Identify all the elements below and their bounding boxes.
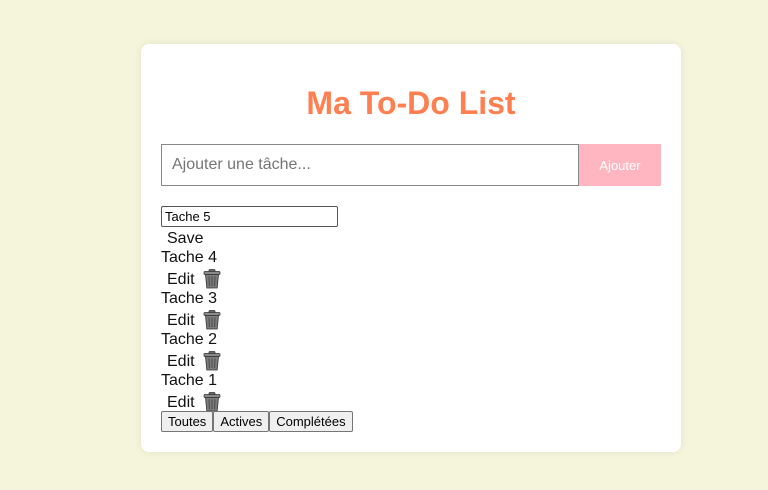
delete-button[interactable] [201,269,221,289]
trash-icon [203,392,220,412]
trash-icon [203,351,220,371]
edit-task-input[interactable] [161,206,338,227]
delete-button[interactable] [201,392,221,412]
edit-button[interactable]: Edit [161,351,201,371]
todo-item: Tache 1 Edit [161,371,338,412]
delete-button[interactable] [201,310,221,330]
edit-button[interactable]: Edit [161,269,201,289]
edit-button[interactable]: Edit [161,392,201,412]
todo-item-label: Tache 1 [161,372,218,389]
todo-item-label: Tache 2 [161,331,218,348]
todo-item-label: Tache 3 [161,290,218,307]
new-task-input[interactable] [161,144,579,186]
todo-item: Tache 3 Edit [161,289,338,330]
page-title: Ma To-Do List [306,85,516,121]
delete-button[interactable] [201,351,221,371]
filter-bar: Toutes Actives Complétées [161,411,353,432]
trash-icon [203,310,220,330]
edit-button[interactable]: Edit [161,310,201,330]
todo-item-label: Tache 4 [161,249,218,266]
todo-item: Tache 4 Edit [161,248,338,289]
add-task-button[interactable]: Ajouter [579,144,661,186]
trash-icon [203,269,220,289]
filter-active-button[interactable]: Actives [213,411,270,432]
save-button[interactable]: Save [161,228,209,248]
filter-all-button[interactable]: Toutes [161,411,214,432]
filter-completed-button[interactable]: Complétées [269,411,353,432]
todo-list: Save Tache 4 Edit T [161,206,338,412]
todo-item: Tache 2 Edit [161,330,338,371]
todo-card: Ma To-Do List Ajouter Save Tache 4 Edit [141,44,681,452]
todo-item-editing: Save [161,206,338,248]
